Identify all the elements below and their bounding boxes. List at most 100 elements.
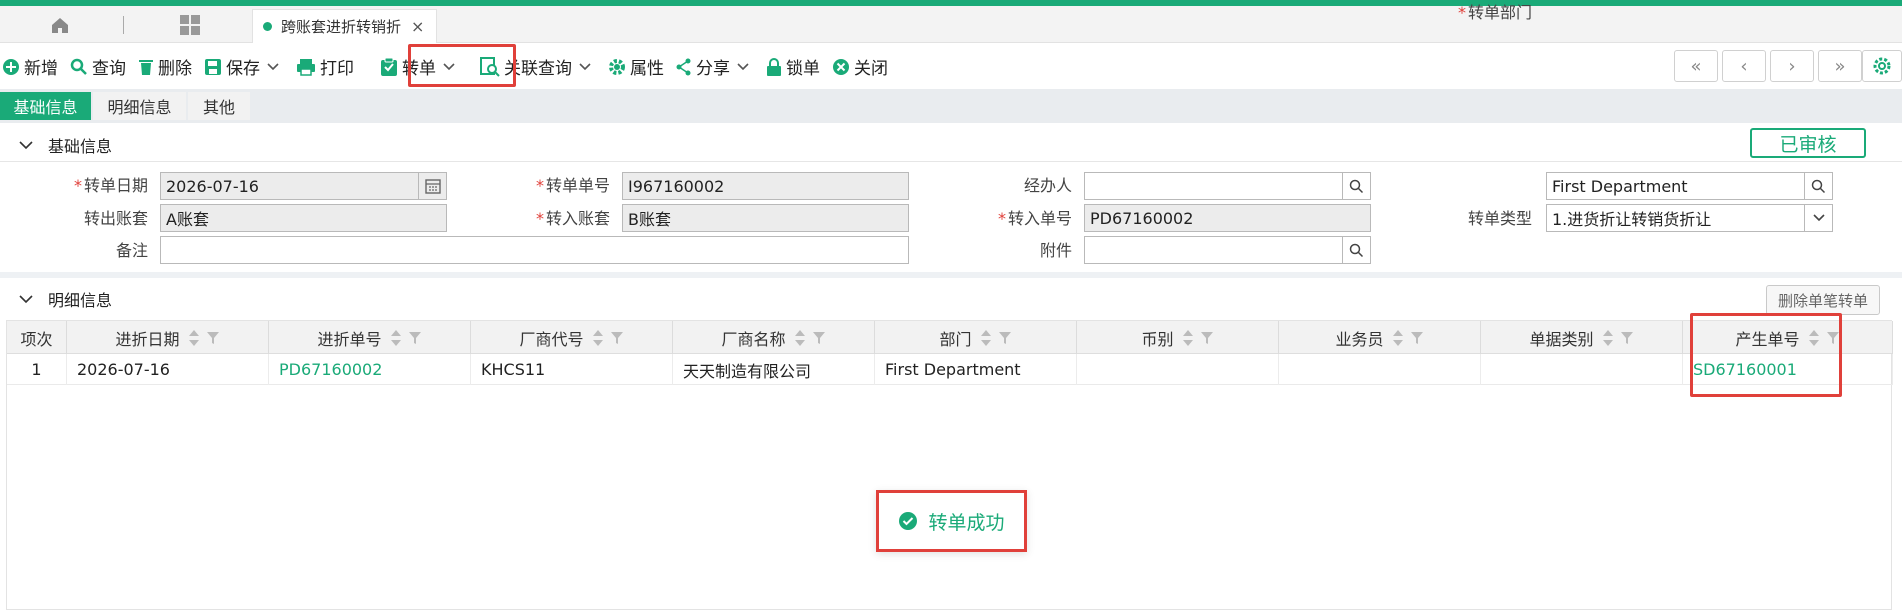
col-date-header[interactable]: 进折日期 (67, 321, 269, 354)
col-generated-no-header[interactable]: 产生单号 (1683, 321, 1893, 354)
chevron-down-icon[interactable] (18, 294, 34, 304)
close-button-label: 关闭 (854, 59, 888, 79)
sort-icon[interactable] (188, 329, 200, 347)
sort-icon[interactable] (1392, 329, 1404, 347)
share-button[interactable]: 分享 (670, 44, 760, 89)
col-currency-header[interactable]: 币别 (1077, 321, 1279, 354)
table-row[interactable]: 1 2026-07-16 PD67160002 KHCS11 天天制造有限公司 … (7, 354, 1893, 385)
col-vendor-code-label: 厂商代号 (519, 329, 584, 349)
tab-home[interactable] (0, 6, 120, 43)
new-button[interactable]: 新增 (0, 44, 64, 89)
filter-icon[interactable] (1410, 331, 1424, 345)
grid-icon (180, 14, 200, 35)
delete-single-transfer-button[interactable]: 删除单笔转单 (1766, 285, 1880, 315)
clipboard-transfer-icon (381, 57, 397, 76)
in-book-label: * 转入账套 (535, 209, 610, 228)
floppy-icon (205, 58, 221, 75)
detail-info-header[interactable]: 明细信息 (0, 282, 1902, 316)
filter-icon[interactable] (1200, 331, 1214, 345)
filter-icon[interactable] (1826, 331, 1840, 345)
handler-field[interactable] (1084, 172, 1371, 200)
home-icon (52, 17, 68, 33)
lock-button[interactable]: 锁单 (760, 44, 826, 89)
sort-icon[interactable] (1602, 329, 1614, 347)
chevron-down-icon[interactable] (736, 62, 750, 72)
close-button[interactable]: 关闭 (826, 44, 894, 89)
in-book-field[interactable]: B账套 (622, 204, 909, 232)
chevron-down-icon[interactable] (266, 62, 280, 72)
transfer-date-field[interactable]: 2026-07-16 (160, 172, 447, 200)
cell-vendor-name: 天天制造有限公司 (673, 354, 875, 385)
filter-icon[interactable] (206, 331, 220, 345)
settings-button[interactable] (1862, 50, 1902, 82)
filter-icon[interactable] (812, 331, 826, 345)
tab-document[interactable]: 跨账套进折转销折 × (252, 9, 437, 43)
col-vendor-name-header[interactable]: 厂商名称 (673, 321, 875, 354)
sort-icon[interactable] (1182, 329, 1194, 347)
prev-page-button[interactable]: ‹ (1722, 50, 1766, 82)
col-dept-header[interactable]: 部门 (875, 321, 1077, 354)
transfer-no-field[interactable]: I967160002 (622, 172, 909, 200)
first-page-button[interactable]: « (1674, 50, 1718, 82)
filter-icon[interactable] (1620, 331, 1634, 345)
filter-icon[interactable] (610, 331, 624, 345)
basic-info-header[interactable]: 基础信息 (0, 128, 1902, 162)
print-button[interactable]: 打印 (290, 44, 360, 89)
cell-generated-no-link[interactable]: SD67160001 (1683, 354, 1893, 385)
col-vendor-code-header[interactable]: 厂商代号 (471, 321, 673, 354)
sort-icon[interactable] (794, 329, 806, 347)
plus-circle-icon (3, 58, 19, 75)
col-salesman-header[interactable]: 业务员 (1279, 321, 1481, 354)
filter-icon[interactable] (998, 331, 1012, 345)
sort-icon[interactable] (592, 329, 604, 347)
next-page-button[interactable]: › (1770, 50, 1814, 82)
tab-apps[interactable] (130, 6, 250, 43)
query-button[interactable]: 查询 (64, 44, 132, 89)
tab-document-label: 跨账套进折转销折 (281, 18, 402, 36)
toast-message: 转单成功 (928, 511, 1005, 534)
in-no-field[interactable]: PD67160002 (1084, 204, 1371, 232)
transfer-date-value: 2026-07-16 (166, 176, 259, 196)
col-generated-no-label: 产生单号 (1735, 329, 1800, 349)
tab-strip: 跨账套进折转销折 × (0, 6, 1902, 43)
printer-icon (297, 58, 315, 76)
cell-salesman (1279, 354, 1481, 385)
remark-field[interactable] (160, 236, 909, 264)
sort-icon[interactable] (1808, 329, 1820, 347)
chevron-down-icon[interactable] (18, 140, 34, 150)
save-button[interactable]: 保存 (198, 44, 290, 89)
type-dropdown-button[interactable] (1804, 205, 1832, 231)
search-icon (1349, 179, 1364, 193)
handler-lookup-button[interactable] (1342, 173, 1370, 199)
chevron-down-icon[interactable] (578, 62, 592, 72)
properties-button[interactable]: 属性 (602, 44, 670, 89)
dept-field[interactable]: First Department (1546, 172, 1833, 200)
last-page-button[interactable]: » (1818, 50, 1862, 82)
out-book-field[interactable]: A账套 (160, 204, 447, 232)
filter-icon[interactable] (408, 331, 422, 345)
tab-other[interactable]: 其他 (188, 92, 250, 120)
attachment-lookup-button[interactable] (1342, 237, 1370, 263)
col-in-no-label: 进折单号 (317, 329, 382, 349)
sort-icon[interactable] (390, 329, 402, 347)
attachment-label: 附件 (1039, 241, 1072, 260)
attachment-field[interactable] (1084, 236, 1371, 264)
close-tab-icon[interactable]: × (411, 17, 424, 36)
type-select[interactable]: 1.进货折让转销货折让 (1546, 204, 1833, 232)
delete-button[interactable]: 删除 (132, 44, 198, 89)
share-button-label: 分享 (696, 59, 730, 79)
chevron-down-icon[interactable] (442, 62, 456, 72)
tab-separator (123, 16, 124, 34)
tab-basic-info[interactable]: 基础信息 (0, 92, 91, 120)
dept-lookup-button[interactable] (1804, 173, 1832, 199)
tab-detail-info[interactable]: 明细信息 (93, 92, 186, 120)
col-in-no-header[interactable]: 进折单号 (269, 321, 471, 354)
lock-icon (767, 57, 781, 76)
sort-icon[interactable] (980, 329, 992, 347)
col-doc-type-header[interactable]: 单据类别 (1481, 321, 1683, 354)
related-query-button[interactable]: 关联查询 (474, 44, 602, 89)
cell-in-no-link[interactable]: PD67160002 (269, 354, 471, 385)
new-button-label: 新增 (24, 59, 58, 79)
calendar-button[interactable] (418, 173, 446, 199)
transfer-button[interactable]: 转单 (374, 44, 466, 89)
